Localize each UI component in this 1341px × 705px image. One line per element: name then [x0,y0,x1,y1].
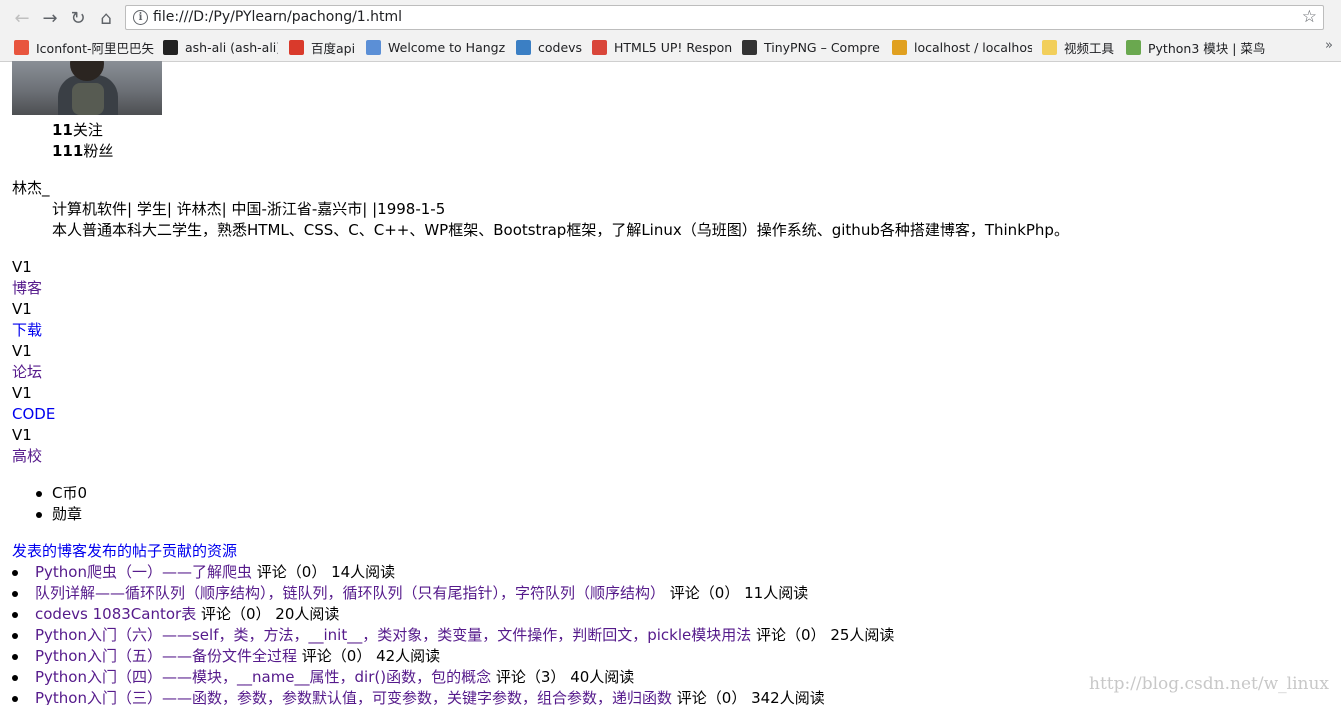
bullet-icon [12,675,18,681]
info-icon[interactable]: i [133,10,148,25]
bullet-icon [36,491,42,497]
tabs-links[interactable]: 发表的博客发布的帖子贡献的资源 [12,541,237,562]
bullet-icon [12,696,18,702]
article-title-link[interactable]: Python入门（五）——备份文件全过程 [35,647,297,665]
codevs-icon [516,40,531,55]
github-icon [163,40,178,55]
follow-count: 11 [52,121,73,139]
level-link[interactable]: 高校 [12,446,42,467]
level-badge: V1 [12,342,32,360]
bookmark-label: Iconfont-阿里巴巴矢 [36,41,154,56]
level-badge: V1 [12,384,32,402]
article-meta: 评论（0） 42人阅读 [301,647,441,665]
bookmark-label: TinyPNG – Compre [764,40,880,55]
bullet-icon [12,591,18,597]
bookmark-item[interactable]: codevs [516,38,582,57]
level-link[interactable]: CODE [12,404,55,425]
forward-button[interactable]: → [38,6,62,30]
browser-chrome: ← → ↻ ⌂ i file:///D:/Py/PYlearn/pachong/… [0,0,1341,62]
bookmark-label: Python3 模块 | 菜鸟 [1148,41,1266,56]
article-meta: 评论（0） 14人阅读 [256,563,396,581]
article-meta: 评论（0） 342人阅读 [676,689,825,705]
bookmark-label: ash-ali (ash-ali) [185,40,278,55]
panda-icon [742,40,757,55]
article-meta: 评论（3） 40人阅读 [495,668,635,686]
bookmarks-overflow-icon[interactable]: » [1325,38,1333,53]
stat-item: 勋章 [52,505,83,523]
reload-button[interactable]: ↻ [66,6,90,30]
bookmark-label: Welcome to Hangzl [388,40,506,55]
address-bar[interactable]: i file:///D:/Py/PYlearn/pachong/1.html ☆ [125,5,1324,30]
list-item: Python入门（四）——模块，__name__属性，dir()函数，包的概念 … [35,667,634,688]
article-title-link[interactable]: Python入门（四）——模块，__name__属性，dir()函数，包的概念 [35,668,491,686]
profile-info: 计算机软件| 学生| 许林杰| 中国-浙江省-嘉兴市| |1998-1-5 [52,200,446,218]
list-item: Python入门（三）——函数，参数，参数默认值，可变参数，关键字参数，组合参数… [35,688,825,705]
article-title-link[interactable]: Python入门（六）——self，类，方法，__init__，类对象，类变量，… [35,626,751,644]
level-link[interactable]: 论坛 [12,362,42,383]
list-item: Python爬虫（一）——了解爬虫 评论（0） 14人阅读 [35,562,395,583]
article-meta: 评论（0） 20人阅读 [201,605,340,623]
map-pin-icon [289,40,304,55]
level-badge: V1 [12,300,32,318]
back-button[interactable]: ← [10,6,34,30]
bookmark-star-icon[interactable]: ☆ [1302,7,1317,27]
html5up-icon [592,40,607,55]
bookmark-label: 视频工具 [1064,41,1115,56]
bookmark-item[interactable]: ash-ali (ash-ali) [163,38,278,57]
fans-count: 111 [52,142,84,160]
article-title-link[interactable]: codevs 1083Cantor表 [35,605,196,623]
runoob-icon [1126,40,1141,55]
watermark: http://blog.csdn.net/w_linux [1089,674,1329,694]
article-title-link[interactable]: Python爬虫（一）——了解爬虫 [35,563,252,581]
bookmark-label: codevs [538,40,583,55]
bullet-icon [12,612,18,618]
fans-label: 粉丝 [83,142,114,160]
list-item: Python入门（六）——self，类，方法，__init__，类对象，类变量，… [35,625,894,646]
bookmark-item[interactable]: Welcome to Hangzl [366,38,506,57]
article-title-link[interactable]: Python入门（三）——函数，参数，参数默认值，可变参数，关键字参数，组合参数… [35,689,672,705]
bullet-icon [12,654,18,660]
list-item: codevs 1083Cantor表 评论（0） 20人阅读 [35,604,339,625]
article-meta: 评论（0） 25人阅读 [756,626,895,644]
iconfont-icon [14,40,29,55]
bookmark-label: localhost / localhos [914,40,1032,55]
bookmark-item[interactable]: Python3 模块 | 菜鸟 [1126,38,1265,57]
globe-icon [366,40,381,55]
phpmyadmin-icon [892,40,907,55]
page-content: 11关注 111粉丝 林杰_ 计算机软件| 学生| 许林杰| 中国-浙江省-嘉兴… [0,61,1341,705]
follow-label: 关注 [72,121,103,139]
bookmark-item[interactable]: 百度api [289,38,355,57]
bookmark-item[interactable]: Iconfont-阿里巴巴矢 [14,38,154,57]
bullet-icon [12,570,18,576]
bookmarks-bar: Iconfont-阿里巴巴矢 ash-ali (ash-ali) 百度api Welc… [0,35,1341,60]
bullet-icon [36,512,42,518]
article-title-link[interactable]: 队列详解——循环队列（顺序结构），链队列，循环队列（只有尾指针），字符队列（顺序… [35,584,665,602]
level-link[interactable]: 下载 [12,320,42,341]
level-link[interactable]: 博客 [12,278,42,299]
bookmark-item[interactable]: HTML5 UP! Respon [592,38,732,57]
follow-stat: 11关注 [52,120,103,141]
bookmark-item[interactable]: TinyPNG – Compre [742,38,880,57]
bookmark-item[interactable]: 视频工具 [1042,38,1114,57]
list-item: Python入门（五）——备份文件全过程 评论（0） 42人阅读 [35,646,440,667]
folder-icon [1042,40,1057,55]
browser-toolbar: ← → ↻ ⌂ i file:///D:/Py/PYlearn/pachong/… [0,0,1341,35]
bookmark-label: HTML5 UP! Respon [614,40,732,55]
username: 林杰_ [12,179,50,197]
fans-stat: 111粉丝 [52,141,113,162]
bookmark-label: 百度api [311,41,356,56]
level-badge: V1 [12,426,32,444]
stat-item: C币0 [52,484,88,502]
bullet-icon [12,633,18,639]
level-badge: V1 [12,258,32,276]
bookmark-item[interactable]: localhost / localhos [892,38,1032,57]
avatar [12,61,162,115]
list-item: 队列详解——循环队列（顺序结构），链队列，循环队列（只有尾指针），字符队列（顺序… [35,583,808,604]
home-button[interactable]: ⌂ [94,6,118,30]
profile-bio: 本人普通本科大二学生，熟悉HTML、CSS、C、C++、WP框架、Bootstr… [52,221,1069,239]
article-meta: 评论（0） 11人阅读 [669,584,809,602]
url-text[interactable]: file:///D:/Py/PYlearn/pachong/1.html [153,9,402,25]
